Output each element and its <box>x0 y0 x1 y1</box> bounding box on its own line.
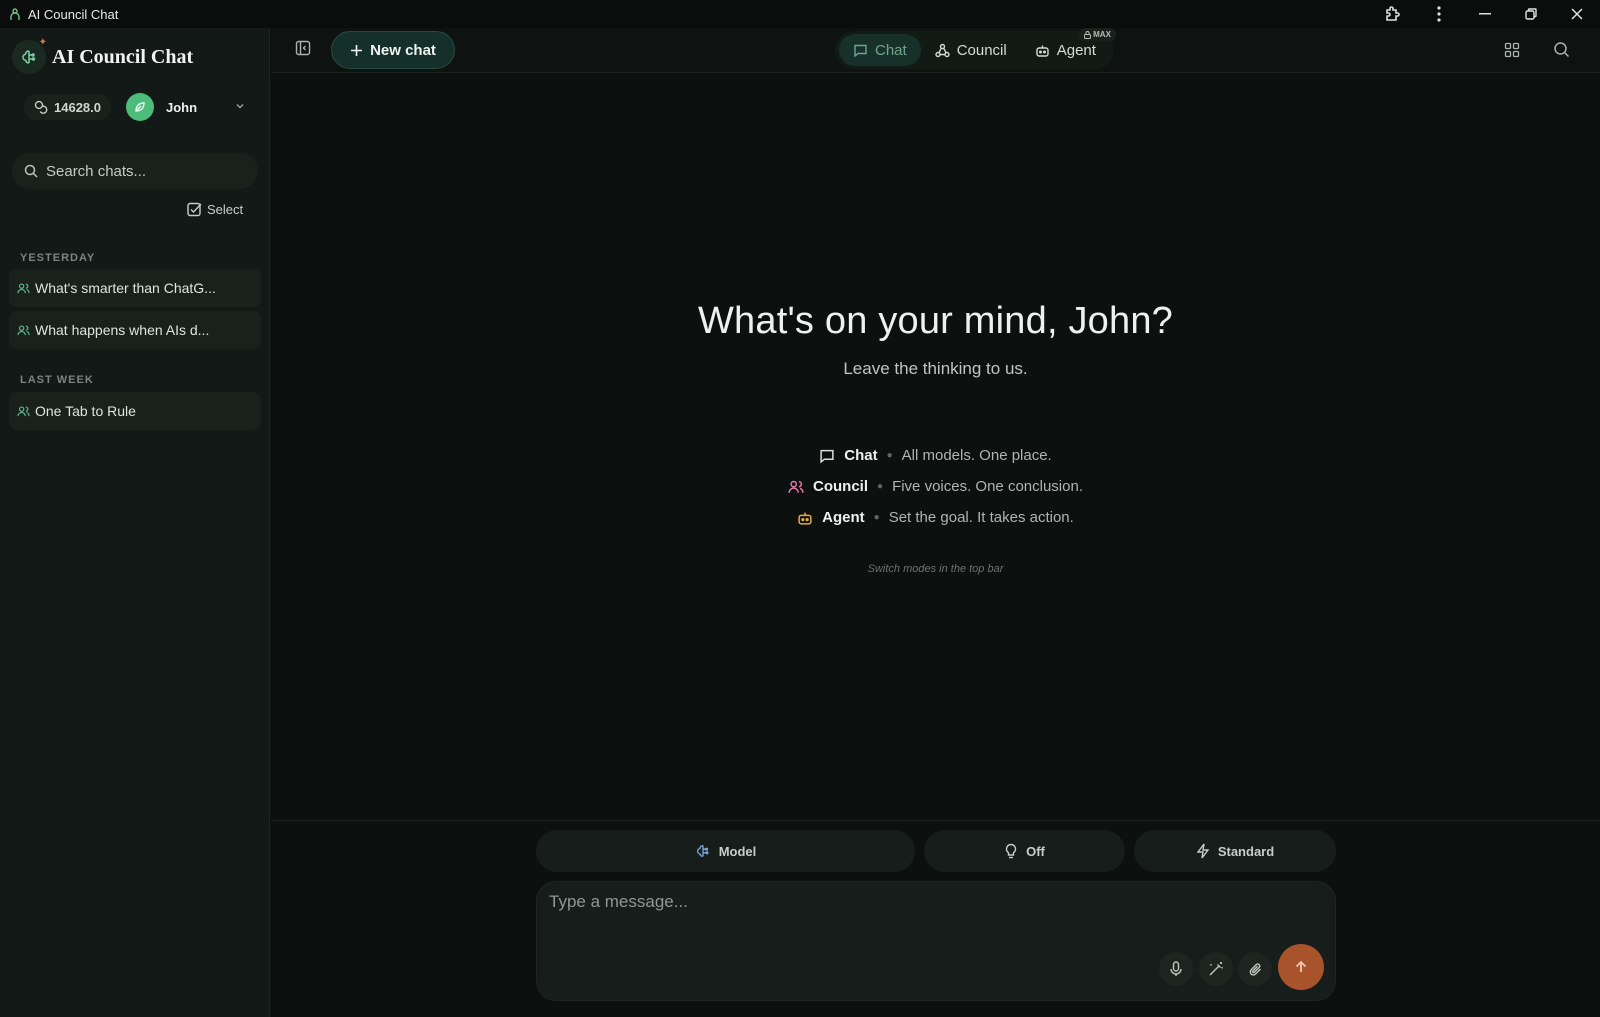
feature-list: Chat ● All models. One place. Council ● … <box>271 440 1600 533</box>
message-input[interactable] <box>549 892 1309 942</box>
select-button[interactable]: Select <box>187 202 243 217</box>
brand[interactable]: ✦ AI Council Chat <box>12 37 194 74</box>
restore-icon[interactable] <box>1508 0 1554 28</box>
mode-hint: Switch modes in the top bar <box>867 563 1004 575</box>
new-chat-button[interactable]: New chat <box>331 31 455 69</box>
message-composer <box>536 881 1336 1001</box>
feature-name: Agent <box>822 509 865 526</box>
bullet-separator: ● <box>877 481 884 492</box>
tab-agent[interactable]: Agent MAX <box>1021 28 1116 66</box>
list-item[interactable]: One Tab to Rule <box>9 392 261 430</box>
feature-desc: Set the goal. It takes action. <box>888 509 1074 526</box>
credits-badge[interactable]: 14628.0 <box>24 94 111 120</box>
brain-icon <box>695 843 711 859</box>
feature-name: Chat <box>844 447 878 464</box>
checkbox-icon <box>187 202 202 217</box>
arrow-up-icon <box>1293 959 1309 975</box>
divider <box>271 820 1600 821</box>
welcome-hero: What's on your mind, John? Leave the thi… <box>271 300 1600 379</box>
zap-icon <box>1196 843 1210 859</box>
brain-logo-icon: ✦ <box>12 37 47 74</box>
bullet-separator: ● <box>873 512 880 523</box>
search-input[interactable] <box>46 162 236 180</box>
new-chat-label: New chat <box>370 41 436 59</box>
minimize-icon[interactable] <box>1462 0 1508 28</box>
magic-wand-icon[interactable] <box>1199 952 1233 986</box>
model-selector-button[interactable]: Model <box>536 830 915 872</box>
sidebar-collapse-icon[interactable] <box>295 40 311 56</box>
speed-label: Standard <box>1217 843 1275 859</box>
message-square-icon <box>819 448 835 464</box>
feature-chat: Chat ● All models. One place. <box>271 440 1600 471</box>
users-icon <box>17 324 30 337</box>
mode-switch: Chat Council Agent MAX <box>835 28 1116 69</box>
max-badge: MAX <box>1079 28 1116 41</box>
chat-title: What's smarter than ChatG... <box>35 280 216 296</box>
search-icon <box>24 164 38 178</box>
paperclip-icon[interactable] <box>1238 952 1272 986</box>
send-button[interactable] <box>1278 944 1324 990</box>
list-item[interactable]: What happens when AIs d... <box>9 311 261 349</box>
grid-icon[interactable] <box>1504 42 1520 58</box>
network-icon <box>934 43 950 58</box>
user-name: John <box>166 99 198 115</box>
plus-icon <box>350 44 363 57</box>
tab-label: Council <box>956 41 1007 59</box>
bullet-separator: ● <box>886 450 893 461</box>
close-icon[interactable] <box>1554 0 1600 28</box>
more-menu-icon[interactable] <box>1416 0 1462 28</box>
sidebar: ✦ AI Council Chat 14628.0 John Search ch… <box>0 28 270 1017</box>
search-icon[interactable] <box>1553 41 1570 58</box>
thinking-toggle-button[interactable]: Off <box>924 830 1125 872</box>
badge-label: MAX <box>1093 30 1111 39</box>
bot-icon <box>1035 43 1050 58</box>
tab-label: Agent <box>1056 41 1096 59</box>
extensions-icon[interactable] <box>1370 0 1416 28</box>
sparkle-icon: ✦ <box>38 37 47 48</box>
window-title: AI Council Chat <box>28 6 119 22</box>
user-menu[interactable]: John <box>126 93 246 121</box>
tab-council[interactable]: Council <box>921 34 1021 66</box>
coins-icon <box>34 100 48 114</box>
model-label: Model <box>718 843 757 859</box>
group-label-last-week: LAST WEEK <box>20 374 94 386</box>
microphone-icon[interactable] <box>1159 952 1193 986</box>
message-square-icon <box>853 43 868 58</box>
credits-value: 14628.0 <box>54 99 101 115</box>
avatar <box>126 93 154 121</box>
tab-chat[interactable]: Chat <box>839 34 921 66</box>
window-titlebar: AI Council Chat <box>0 0 1600 28</box>
group-label-yesterday: YESTERDAY <box>20 252 96 264</box>
search-box[interactable] <box>12 153 258 189</box>
bot-icon <box>797 510 813 526</box>
feature-council: Council ● Five voices. One conclusion. <box>271 471 1600 502</box>
select-label: Select <box>207 202 244 217</box>
thinking-label: Off <box>1026 843 1045 859</box>
top-bar: New chat Chat Council Agent MAX <box>271 28 1600 73</box>
lock-icon <box>1084 30 1092 39</box>
speed-mode-button[interactable]: Standard <box>1134 830 1336 872</box>
users-icon <box>17 282 30 295</box>
page-subtitle: Leave the thinking to us. <box>843 359 1028 378</box>
chevron-down-icon <box>234 100 246 112</box>
chat-title: One Tab to Rule <box>35 403 136 419</box>
feature-name: Council <box>813 478 869 495</box>
users-icon <box>17 405 30 418</box>
lightbulb-icon <box>1004 843 1018 859</box>
feature-agent: Agent ● Set the goal. It takes action. <box>271 502 1600 533</box>
app-icon <box>8 7 22 21</box>
tab-label: Chat <box>875 41 907 59</box>
list-item[interactable]: What's smarter than ChatG... <box>9 269 261 307</box>
page-title: What's on your mind, John? <box>697 300 1174 342</box>
brand-name: AI Council Chat <box>52 45 194 68</box>
users-icon <box>788 479 804 495</box>
chat-title: What happens when AIs d... <box>35 322 210 338</box>
feature-desc: Five voices. One conclusion. <box>892 478 1083 495</box>
feature-desc: All models. One place. <box>901 447 1052 464</box>
